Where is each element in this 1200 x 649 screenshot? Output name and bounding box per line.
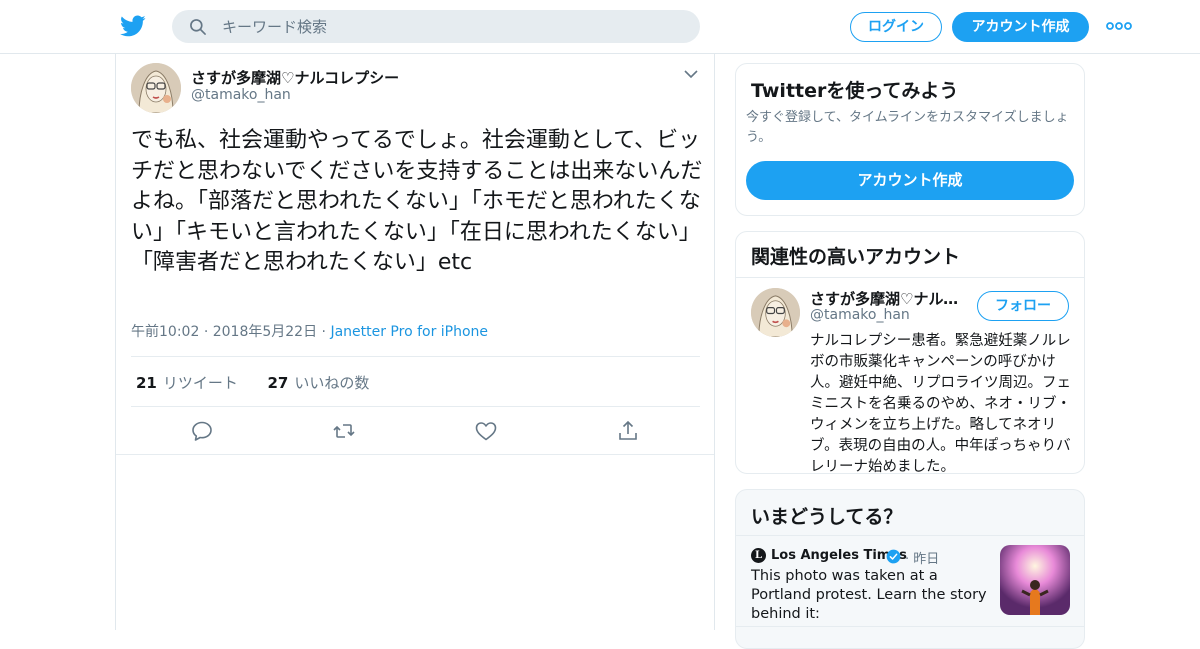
whats-happening-title: いまどうしてる？ [751,506,903,528]
like-label: いいねの数 [294,374,370,392]
chevron-down-icon[interactable] [683,68,699,80]
retweet-label: リツイート [162,374,238,392]
avatar-illustration [751,288,800,337]
search-box[interactable] [172,10,700,43]
more-options-icon[interactable] [1106,18,1132,34]
divider [131,406,700,407]
meta-separator: · [321,324,326,340]
tweet-author-name[interactable]: さすが多摩湖♡ナルコレプシー [191,67,399,88]
protest-photo-thumbnail [1000,545,1070,615]
divider [736,626,1084,627]
verified-badge-icon [886,549,901,564]
tweet-time[interactable]: 午前10:02 [131,324,199,340]
related-account-handle[interactable]: @tamako_han [810,307,910,323]
share-icon[interactable] [616,419,640,443]
reply-icon[interactable] [190,419,214,443]
meta-separator: · [203,324,209,340]
tweet-timestamp: 午前10:02 · 2018年5月22日 · Janetter Pro for … [131,321,488,341]
related-account-name[interactable]: さすが多摩湖♡ナルコレプシー [810,288,970,309]
related-accounts-card: 関連性の高いアカウント さすが多摩湖♡ナルコレプシー @tamako_han フ… [735,231,1085,474]
trend-headline[interactable]: This photo was taken at a Portland prote… [751,567,991,624]
related-account-bio: ナルコレプシー患者。緊急避妊薬ノルレボの市販薬化キャンペーンの呼びかけ人。避妊中… [810,333,1071,474]
retweet-icon[interactable] [332,419,356,443]
tweet-detail-column: さすが多摩湖♡ナルコレプシー @tamako_han でも私、社会運動やってるで… [115,54,715,630]
divider [116,454,714,455]
tweet-text: でも私、社会運動やってるでしょ。社会運動として、ビッチだと思わないでくださいを支… [131,128,703,275]
tweet-source-link[interactable]: Janetter Pro for iPhone [330,324,488,340]
avatar[interactable] [751,288,800,337]
like-stat[interactable]: 27 いいねの数 [267,374,369,392]
retweet-count: 21 [136,374,157,392]
twitter-bird-logo-icon[interactable] [120,13,146,39]
top-navigation-bar: ログイン アカウント作成 [0,0,1200,54]
signup-card-description: 今すぐ登録して、タイムラインをカスタマイズしましょう。 [746,110,1069,145]
trend-timestamp: · 昨日 [905,552,940,567]
signup-card-button[interactable]: アカウント作成 [746,161,1074,200]
login-button[interactable]: ログイン [850,12,942,42]
tweet-date[interactable]: 2018年5月22日 [213,324,317,340]
avatar-illustration [131,63,181,113]
related-accounts-title: 関連性の高いアカウント [751,246,961,268]
whats-happening-card: いまどうしてる？ L Los Angeles Times · 昨日 This p… [735,489,1085,649]
divider [736,535,1084,536]
signup-card-title: Twitterを使ってみよう [751,80,959,102]
signup-card: Twitterを使ってみよう 今すぐ登録して、タイムラインをカスタマイズしましょ… [735,63,1085,216]
los-angeles-times-logo-icon: L [751,548,766,563]
tweet-author-handle[interactable]: @tamako_han [191,87,291,103]
trend-thumbnail-image[interactable] [1000,545,1070,615]
divider [736,277,1084,278]
divider [131,356,700,357]
like-count: 27 [267,374,289,392]
follow-button[interactable]: フォロー [977,291,1069,321]
avatar[interactable] [131,63,181,113]
like-heart-icon[interactable] [474,419,498,443]
retweet-stat[interactable]: 21 リツイート [136,374,238,392]
tweet-stats: 21 リツイート 27 いいねの数 [136,372,369,393]
search-input[interactable] [222,10,682,43]
signup-button[interactable]: アカウント作成 [952,12,1089,42]
search-icon [190,19,206,35]
